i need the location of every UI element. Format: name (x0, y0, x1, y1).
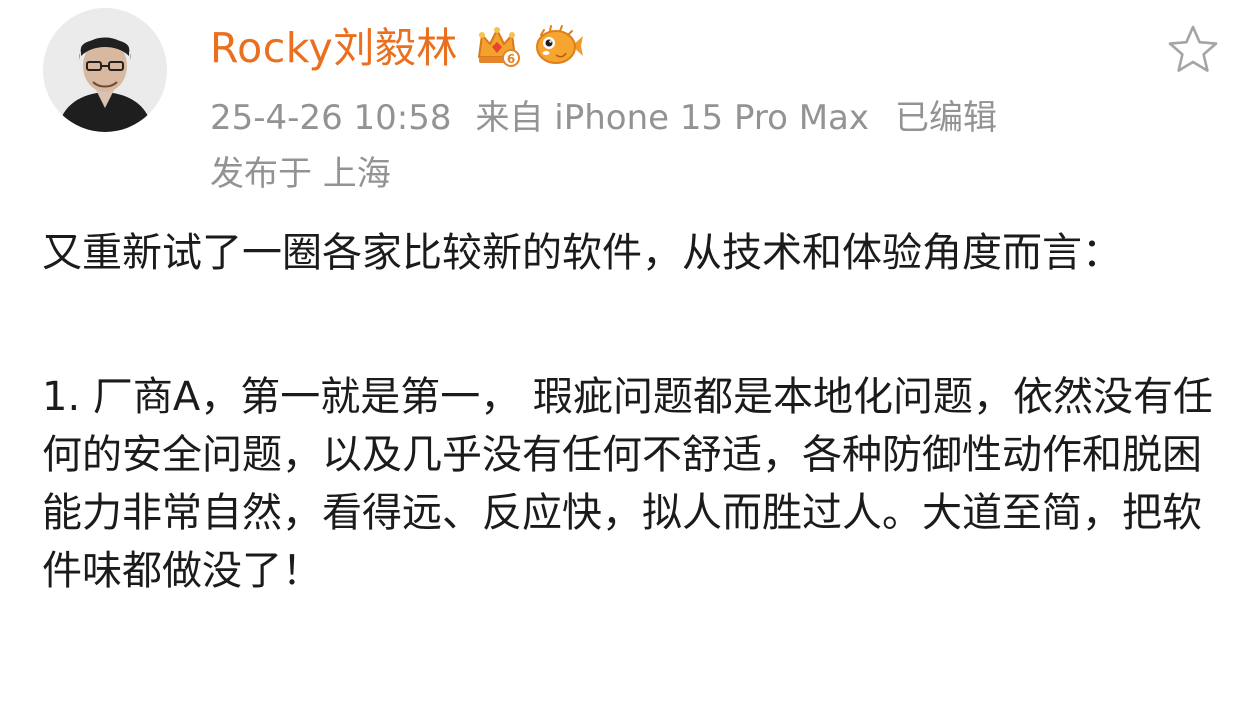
favorite-star-icon[interactable] (1165, 22, 1221, 78)
post-paragraph-item-1: 1. 厂商A，第一就是第一， 瑕疵问题都是本地化问题，依然没有任何的安全问题，以… (42, 374, 1213, 594)
post-source: 来自 iPhone 15 Pro Max (475, 98, 870, 138)
username[interactable]: Rocky刘毅林 (210, 20, 458, 76)
location-text: 发布于 上海 (210, 154, 391, 194)
edited-label[interactable]: 已编辑 (895, 98, 997, 138)
post-location: 发布于 上海 (210, 152, 391, 196)
post-meta: 25-4-26 10:58 来自 iPhone 15 Pro Max 已编辑 (210, 96, 997, 140)
user-header: Rocky刘毅林 6 (210, 20, 584, 76)
avatar[interactable] (43, 8, 167, 132)
post-timestamp: 25-4-26 10:58 (210, 98, 452, 138)
svg-text:6: 6 (507, 52, 515, 66)
post-paragraph-intro: 又重新试了一圈各家比较新的软件，从技术和体验角度而言： (42, 230, 1122, 276)
pufferfish-badge-icon[interactable] (532, 23, 584, 73)
vip-crown-icon[interactable]: 6 (474, 23, 520, 73)
post-body: 又重新试了一圈各家比较新的软件，从技术和体验角度而言： 1. 厂商A，第一就是第… (42, 224, 1232, 600)
